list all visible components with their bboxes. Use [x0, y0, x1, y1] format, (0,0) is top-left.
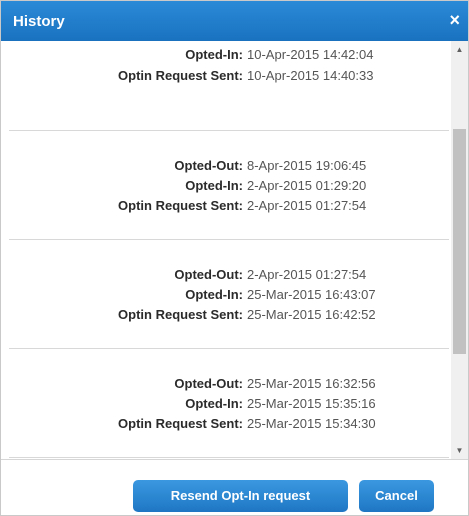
history-scroll-area[interactable]: Opted-In: 10-Apr-2015 14:42:04 Optin Req… [1, 41, 468, 459]
opted-in-label: Opted-In: [185, 178, 243, 193]
history-row: Optin Request Sent: 2-Apr-2015 01:27:54 [9, 198, 449, 220]
opted-in-label: Opted-In: [185, 47, 243, 62]
history-row: Opted-In: 10-Apr-2015 14:42:04 [9, 47, 449, 69]
opted-in-value: 25-Mar-2015 15:35:16 [247, 396, 376, 411]
optin-request-sent-value: 2-Apr-2015 01:27:54 [247, 198, 367, 213]
opted-out-value: 8-Apr-2015 19:06:45 [247, 158, 367, 173]
history-entry: Opted-In: 10-Apr-2015 14:42:04 Optin Req… [9, 41, 449, 131]
dialog-title-bar: History × [1, 1, 468, 41]
opted-in-value: 10-Apr-2015 14:42:04 [247, 47, 374, 62]
history-entry: Opted-Out: 8-Apr-2015 19:06:45 Opted-In:… [9, 131, 449, 240]
history-row: Optin Request Sent: 25-Mar-2015 15:34:30 [9, 416, 449, 438]
optin-request-sent-label: Optin Request Sent: [118, 68, 243, 83]
optin-request-sent-label: Optin Request Sent: [118, 198, 243, 213]
history-entry: Opted-Out: 2-Apr-2015 01:27:54 Opted-In:… [9, 240, 449, 349]
optin-request-sent-label: Optin Request Sent: [118, 416, 243, 431]
history-entries: Opted-In: 10-Apr-2015 14:42:04 Optin Req… [1, 41, 449, 458]
cancel-button[interactable]: Cancel [359, 480, 434, 512]
opted-in-label: Opted-In: [185, 396, 243, 411]
history-row: Opted-Out: 2-Apr-2015 01:27:54 [9, 267, 449, 289]
history-dialog: History × Opted-In: 10-Apr-2015 14:42:04… [0, 0, 469, 516]
history-row: Opted-Out: 25-Mar-2015 16:32:56 [9, 376, 449, 398]
resend-opt-in-button[interactable]: Resend Opt-In request [133, 480, 348, 512]
close-icon[interactable]: × [449, 10, 460, 30]
opted-out-label: Opted-Out: [174, 267, 243, 282]
opted-out-label: Opted-Out: [174, 158, 243, 173]
opted-in-value: 25-Mar-2015 16:43:07 [247, 287, 376, 302]
dialog-title: History [13, 13, 65, 30]
history-row: Opted-In: 2-Apr-2015 01:29:20 [9, 178, 449, 200]
opted-in-value: 2-Apr-2015 01:29:20 [247, 178, 367, 193]
scroll-up-icon[interactable]: ▲ [451, 41, 468, 58]
opted-out-label: Opted-Out: [174, 376, 243, 391]
history-row: Optin Request Sent: 10-Apr-2015 14:40:33 [9, 68, 449, 90]
scroll-down-icon[interactable]: ▼ [451, 442, 468, 459]
history-row: Opted-In: 25-Mar-2015 16:43:07 [9, 287, 449, 309]
opted-out-value: 25-Mar-2015 16:32:56 [247, 376, 376, 391]
optin-request-sent-value: 10-Apr-2015 14:40:33 [247, 68, 374, 83]
opted-in-label: Opted-In: [185, 287, 243, 302]
optin-request-sent-value: 25-Mar-2015 16:42:52 [247, 307, 376, 322]
history-row: Opted-In: 25-Mar-2015 15:35:16 [9, 396, 449, 418]
optin-request-sent-value: 25-Mar-2015 15:34:30 [247, 416, 376, 431]
scrollbar-thumb[interactable] [453, 129, 466, 354]
history-row: Opted-Out: 8-Apr-2015 19:06:45 [9, 158, 449, 180]
dialog-footer: Resend Opt-In request Cancel [1, 459, 468, 515]
history-row: Optin Request Sent: 25-Mar-2015 16:42:52 [9, 307, 449, 329]
history-entry: Opted-Out: 25-Mar-2015 16:32:56 Opted-In… [9, 349, 449, 458]
vertical-scrollbar[interactable]: ▲ ▼ [451, 41, 468, 459]
opted-out-value: 2-Apr-2015 01:27:54 [247, 267, 367, 282]
optin-request-sent-label: Optin Request Sent: [118, 307, 243, 322]
